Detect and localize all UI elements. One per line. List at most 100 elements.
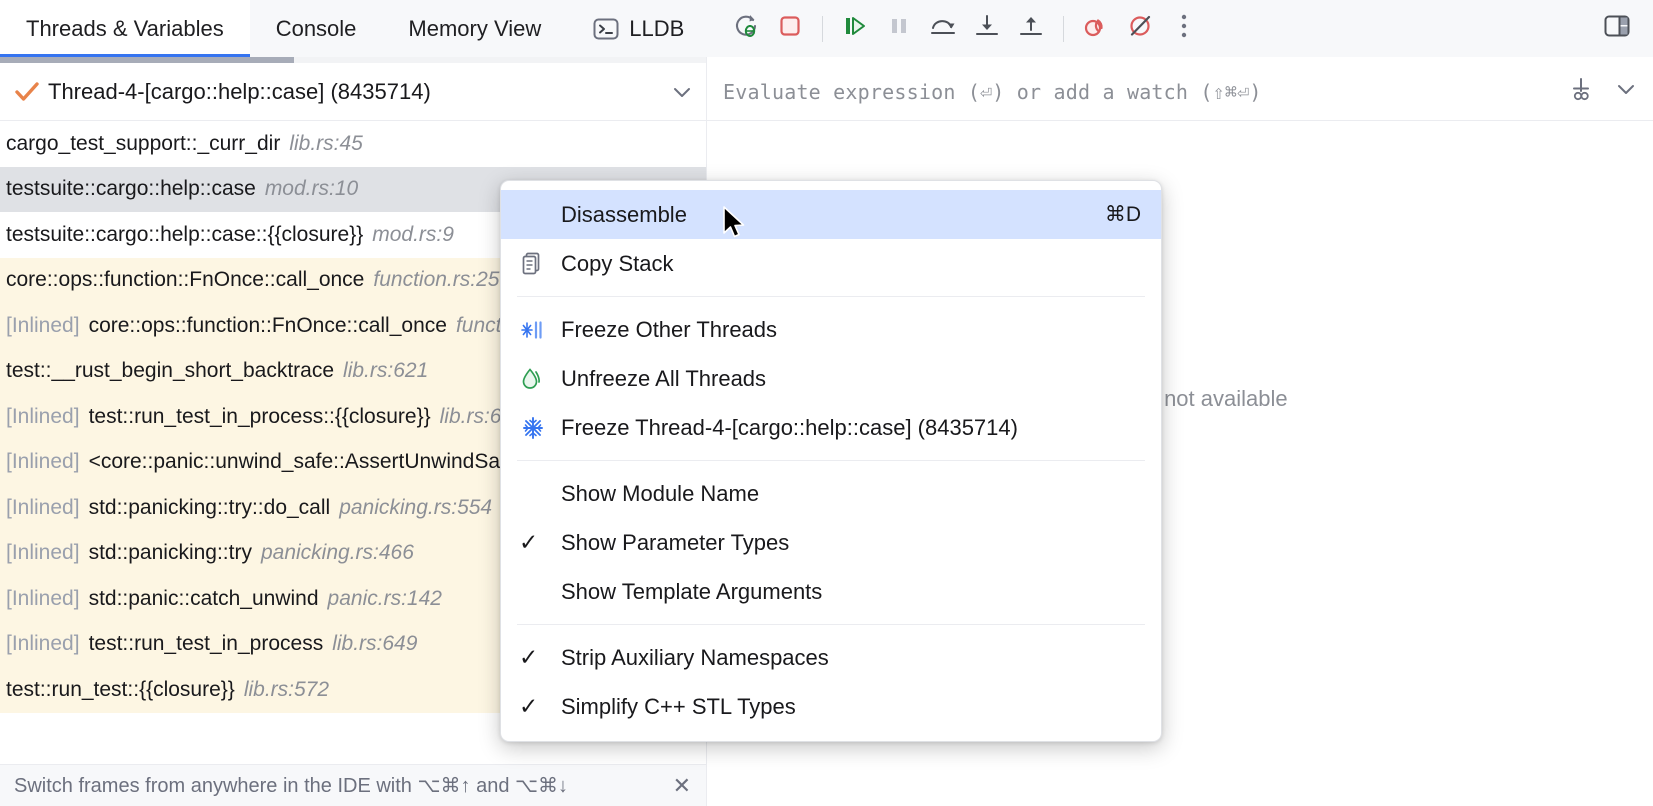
frame-location: panicking.rs:466: [261, 541, 414, 565]
tab-label: Console: [276, 16, 357, 42]
tab-label: Threads & Variables: [26, 16, 224, 42]
table-row[interactable]: cargo_test_support::_curr_dir lib.rs:45: [0, 121, 707, 167]
freeze-icon: [519, 414, 561, 442]
toolbar-right-actions: [1595, 7, 1653, 51]
frame-name: test::run_test_in_process: [89, 632, 324, 656]
menu-item-label: Disassemble: [561, 202, 687, 228]
tab-label: Memory View: [408, 16, 541, 42]
frame-name: std::panicking::try: [89, 541, 252, 565]
layout-settings-button[interactable]: [1595, 7, 1639, 51]
stop-icon: [775, 11, 805, 46]
resume-icon: [840, 11, 870, 46]
frame-name: std::panicking::try::do_call: [89, 496, 331, 520]
menu-item-show-parameter-types[interactable]: ✓ Show Parameter Types: [501, 518, 1161, 567]
frame-inlined-badge: [Inlined]: [6, 496, 80, 520]
tab-console[interactable]: Console: [250, 0, 383, 57]
tab-label: LLDB: [629, 16, 684, 42]
frame-location: lib.rs:649: [332, 632, 417, 656]
add-watch-icon[interactable]: [1565, 73, 1597, 110]
more-vertical-icon: [1179, 12, 1189, 45]
toolbar-divider: [822, 16, 823, 42]
menu-separator: [517, 296, 1145, 297]
frame-inlined-badge: [Inlined]: [6, 314, 80, 338]
frame-location: lib.rs:572: [244, 678, 329, 702]
pause-button[interactable]: [877, 7, 921, 51]
menu-separator: [517, 460, 1145, 461]
frame-name: testsuite::cargo::help::case::{{closure}…: [6, 223, 363, 247]
pause-icon: [884, 11, 914, 46]
mute-breakpoints-button[interactable]: [1118, 7, 1162, 51]
checkmark-icon: ✓: [519, 646, 561, 669]
frame-location: panic.rs:142: [328, 587, 442, 611]
checkmark-icon: ✓: [519, 531, 561, 554]
menu-item-label: Unfreeze All Threads: [561, 366, 766, 392]
menu-item-disassemble[interactable]: Disassemble ⌘D: [501, 190, 1161, 239]
menu-item-strip-auxiliary-namespaces[interactable]: ✓ Strip Auxiliary Namespaces: [501, 633, 1161, 682]
menu-item-label: Show Parameter Types: [561, 530, 789, 556]
menu-item-label: Simplify C++ STL Types: [561, 694, 796, 720]
frame-location: lib.rs:45: [289, 132, 363, 156]
step-into-button[interactable]: [965, 7, 1009, 51]
chevron-down-icon[interactable]: [1613, 76, 1639, 107]
menu-separator: [517, 624, 1145, 625]
tab-threads-and-variables[interactable]: Threads & Variables: [0, 0, 250, 57]
stop-button[interactable]: [768, 7, 812, 51]
frame-name: core::ops::function::FnOnce::call_once: [89, 314, 447, 338]
menu-item-label: Show Module Name: [561, 481, 759, 507]
thread-selector[interactable]: Thread-4-[cargo::help::case] (8435714): [0, 63, 707, 121]
unfreeze-icon: [519, 365, 561, 393]
frame-location: function.rs:250: [373, 268, 511, 292]
close-icon[interactable]: ✕: [667, 773, 697, 799]
view-breakpoints-button[interactable]: [1074, 7, 1118, 51]
frame-location: panicking.rs:554: [339, 496, 492, 520]
menu-item-label: Freeze Other Threads: [561, 317, 777, 343]
menu-item-label: Strip Auxiliary Namespaces: [561, 645, 829, 671]
tab-memory-view[interactable]: Memory View: [382, 0, 567, 57]
layout-icon: [1601, 10, 1633, 47]
menu-item-show-module-name[interactable]: Show Module Name: [501, 469, 1161, 518]
menu-item-label: Copy Stack: [561, 251, 674, 277]
step-out-icon: [1016, 11, 1046, 46]
frame-name: testsuite::cargo::help::case: [6, 177, 256, 201]
menu-item-shortcut: ⌘D: [1081, 202, 1141, 227]
more-options-button[interactable]: [1162, 7, 1206, 51]
chevron-down-icon[interactable]: [669, 79, 695, 105]
step-over-button[interactable]: [921, 7, 965, 51]
frame-name: test::run_test_in_process::{{closure}}: [89, 405, 431, 429]
frames-hint-text: Switch frames from anywhere in the IDE w…: [14, 773, 568, 798]
checkmark-icon: ✓: [519, 695, 561, 718]
copy-stack-icon: [519, 250, 561, 278]
frame-name: test::__rust_begin_short_backtrace: [6, 359, 334, 383]
menu-item-unfreeze-all-threads[interactable]: Unfreeze All Threads: [501, 354, 1161, 403]
menu-item-simplify-cpp-stl-types[interactable]: ✓ Simplify C++ STL Types: [501, 682, 1161, 731]
resume-button[interactable]: [833, 7, 877, 51]
tab-lldb[interactable]: LLDB: [567, 0, 710, 57]
menu-item-freeze-thread[interactable]: Freeze Thread-4-[cargo::help::case] (843…: [501, 403, 1161, 452]
check-orange-icon: [14, 80, 40, 104]
frame-name: cargo_test_support::_curr_dir: [6, 132, 280, 156]
menu-item-copy-stack[interactable]: Copy Stack: [501, 239, 1161, 288]
frame-name: std::panic::catch_unwind: [89, 587, 319, 611]
toolbar-divider: [1063, 16, 1064, 42]
menu-item-label: Show Template Arguments: [561, 579, 822, 605]
rerun-debug-button[interactable]: [724, 7, 768, 51]
debug-toolbar: Threads & Variables Console Memory View …: [0, 0, 1653, 57]
frame-inlined-badge: [Inlined]: [6, 405, 80, 429]
frame-location: mod.rs:9: [372, 223, 454, 247]
step-over-icon: [927, 11, 959, 46]
menu-item-label: Freeze Thread-4-[cargo::help::case] (843…: [561, 415, 1018, 441]
frame-inlined-badge: [Inlined]: [6, 587, 80, 611]
step-out-button[interactable]: [1009, 7, 1053, 51]
frame-context-menu[interactable]: Disassemble ⌘D Copy Stack: [500, 180, 1162, 742]
menu-item-freeze-other-threads[interactable]: Freeze Other Threads: [501, 305, 1161, 354]
step-into-icon: [972, 11, 1002, 46]
evaluate-expression-bar[interactable]: Evaluate expression (⏎) or add a watch (…: [707, 63, 1653, 121]
menu-item-show-template-arguments[interactable]: Show Template Arguments: [501, 567, 1161, 616]
mute-breakpoints-icon: [1125, 11, 1155, 46]
terminal-icon: [593, 17, 619, 41]
frames-hint-bar: Switch frames from anywhere in the IDE w…: [0, 764, 707, 806]
frame-location: mod.rs:10: [265, 177, 358, 201]
evaluate-expression-input[interactable]: Evaluate expression (⏎) or add a watch (…: [723, 80, 1262, 104]
tab-strip: Threads & Variables Console Memory View …: [0, 0, 710, 57]
frame-inlined-badge: [Inlined]: [6, 450, 80, 474]
